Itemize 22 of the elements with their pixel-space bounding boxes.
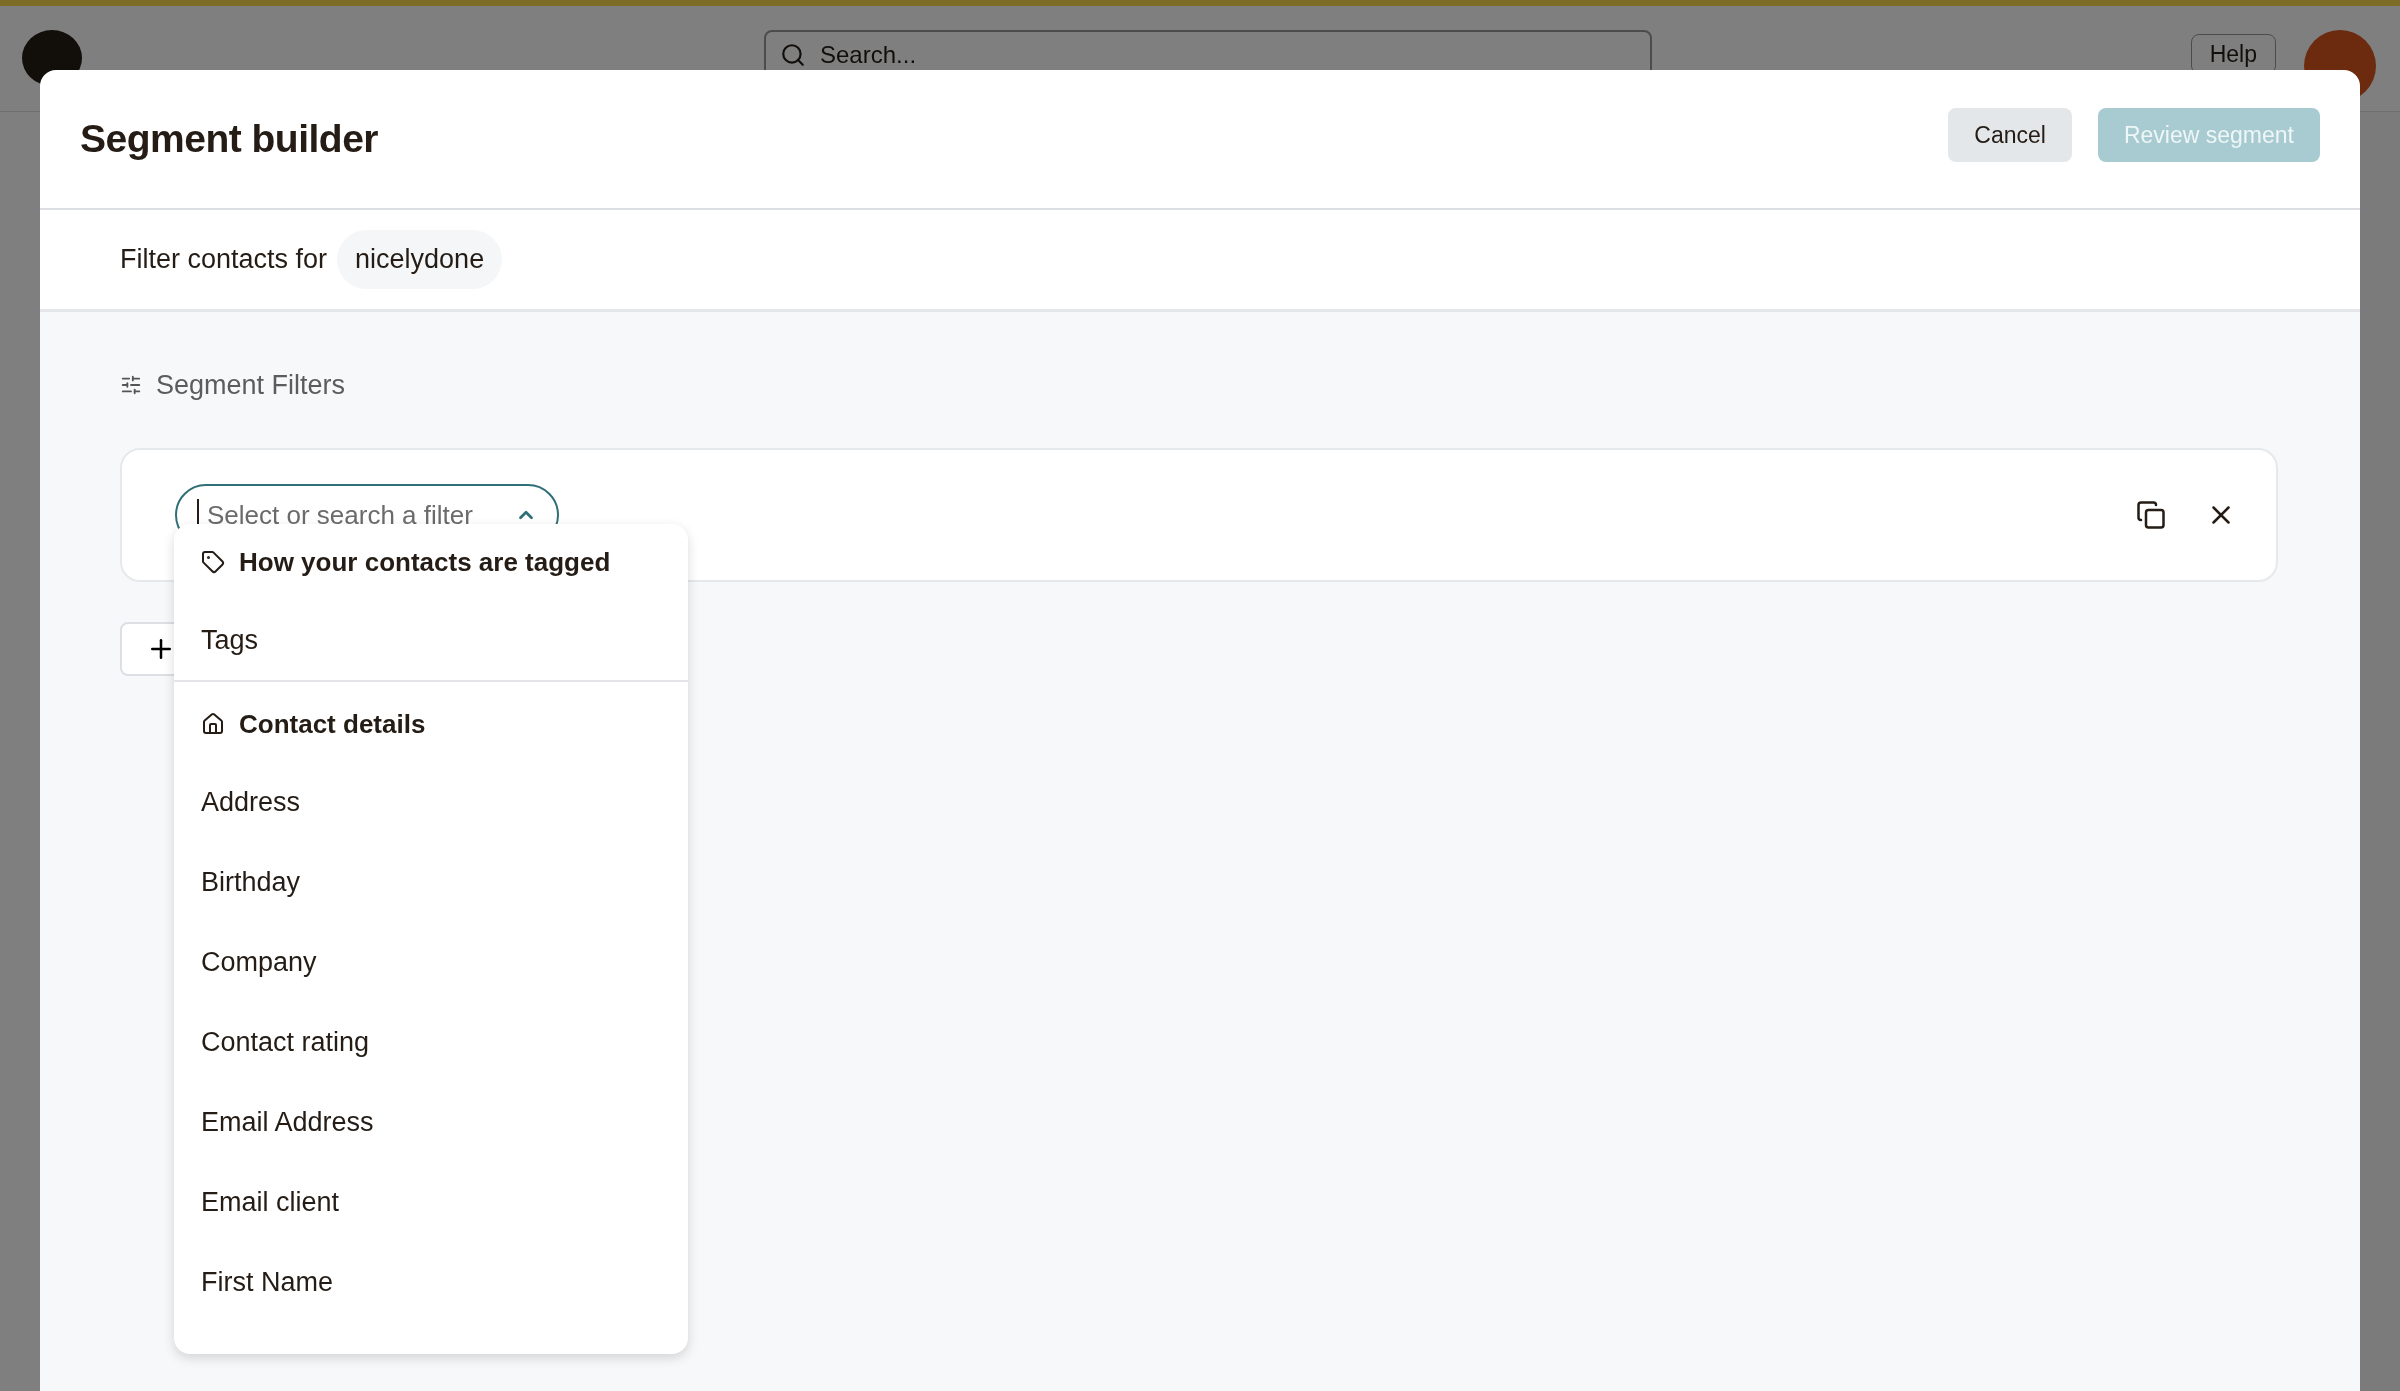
menu-item[interactable]: Address	[174, 762, 688, 842]
search-icon	[780, 42, 806, 68]
menu-item[interactable]: Contact rating	[174, 1002, 688, 1082]
menu-item[interactable]: Birthday	[174, 842, 688, 922]
duplicate-button[interactable]	[2136, 500, 2166, 530]
tag-icon	[201, 550, 225, 574]
group-heading: How your contacts are tagged	[239, 546, 611, 578]
section-heading: Segment Filters	[156, 369, 346, 401]
audience-chip: nicelydone	[337, 230, 503, 289]
home-icon	[201, 712, 225, 736]
menu-item[interactable]: Email Address	[174, 1082, 688, 1162]
menu-item[interactable]: First Name	[174, 1242, 688, 1322]
audience-label: Filter contacts for	[120, 244, 328, 275]
menu-item[interactable]: Email client	[174, 1162, 688, 1242]
filters-icon	[120, 374, 142, 396]
group-heading: Contact details	[239, 708, 426, 740]
menu-item[interactable]: Company	[174, 922, 688, 1002]
menu-item[interactable]: Tags	[174, 600, 688, 680]
filter-search-input[interactable]: Select or search a filter	[207, 499, 507, 531]
modal-title: Segment builder	[80, 117, 379, 161]
copy-icon	[2136, 500, 2166, 530]
cancel-button[interactable]: Cancel	[1948, 108, 2072, 162]
